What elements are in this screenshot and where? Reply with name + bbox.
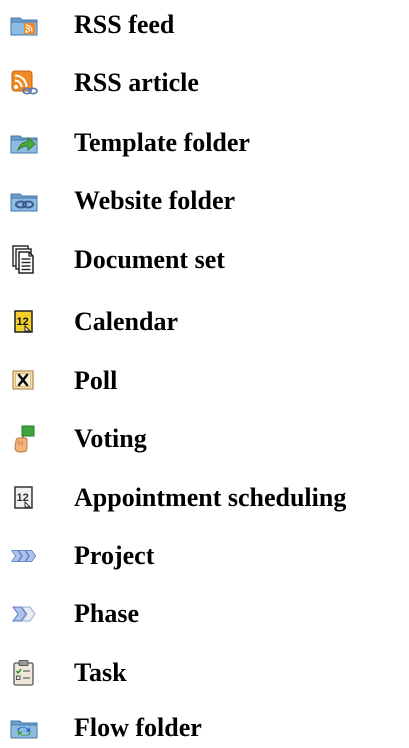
- legend-item-website-folder: Website folder: [0, 181, 409, 221]
- legend-item-document-set: Document set: [0, 240, 409, 280]
- poll-icon: [10, 367, 38, 395]
- legend-item-voting: Voting: [0, 419, 409, 459]
- legend-item-flow-folder: Flow folder: [0, 708, 409, 748]
- legend-item-label: Appointment scheduling: [74, 483, 347, 512]
- legend-item-label: Template folder: [74, 128, 250, 157]
- document-set-icon: [10, 245, 38, 274]
- calendar-icon: 12: [10, 308, 38, 336]
- legend-item-label: Poll: [74, 366, 118, 395]
- legend-item-label: Calendar: [74, 307, 178, 336]
- project-icon: [10, 542, 38, 570]
- legend-item-label: Document set: [74, 245, 225, 274]
- phase-icon: [10, 600, 38, 628]
- rss-article-icon: [10, 69, 38, 97]
- legend-item-label: Flow folder: [74, 713, 202, 742]
- legend-item-calendar: 12 Calendar: [0, 302, 409, 342]
- legend-item-label: Task: [74, 658, 127, 687]
- flow-folder-icon: [10, 714, 38, 742]
- legend-item-task: Task: [0, 653, 409, 693]
- legend-item-rss-feed: RSS feed: [0, 5, 409, 45]
- legend-item-label: RSS article: [74, 68, 199, 97]
- legend-item-rss-article: RSS article: [0, 63, 409, 103]
- svg-text:12: 12: [17, 316, 29, 328]
- legend-item-label: Project: [74, 541, 155, 570]
- rss-feed-folder-icon: [10, 11, 38, 39]
- template-folder-icon: [10, 129, 38, 157]
- legend-item-project: Project: [0, 536, 409, 576]
- legend-item-label: Phase: [74, 599, 139, 628]
- icon-legend-list: RSS feed RSS article Template folder Web…: [0, 0, 409, 747]
- legend-item-appointment-scheduling: 12 Appointment scheduling: [0, 478, 409, 518]
- legend-item-label: RSS feed: [74, 10, 175, 39]
- website-folder-icon: [10, 187, 38, 215]
- appointment-scheduling-icon: 12: [10, 484, 38, 512]
- legend-item-template-folder: Template folder: [0, 123, 409, 163]
- task-icon: [10, 659, 38, 687]
- legend-item-poll: Poll: [0, 361, 409, 401]
- legend-item-label: Website folder: [74, 186, 236, 215]
- voting-icon: [10, 425, 38, 453]
- legend-item-phase: Phase: [0, 594, 409, 634]
- svg-text:12: 12: [17, 492, 29, 504]
- legend-item-label: Voting: [74, 424, 147, 453]
